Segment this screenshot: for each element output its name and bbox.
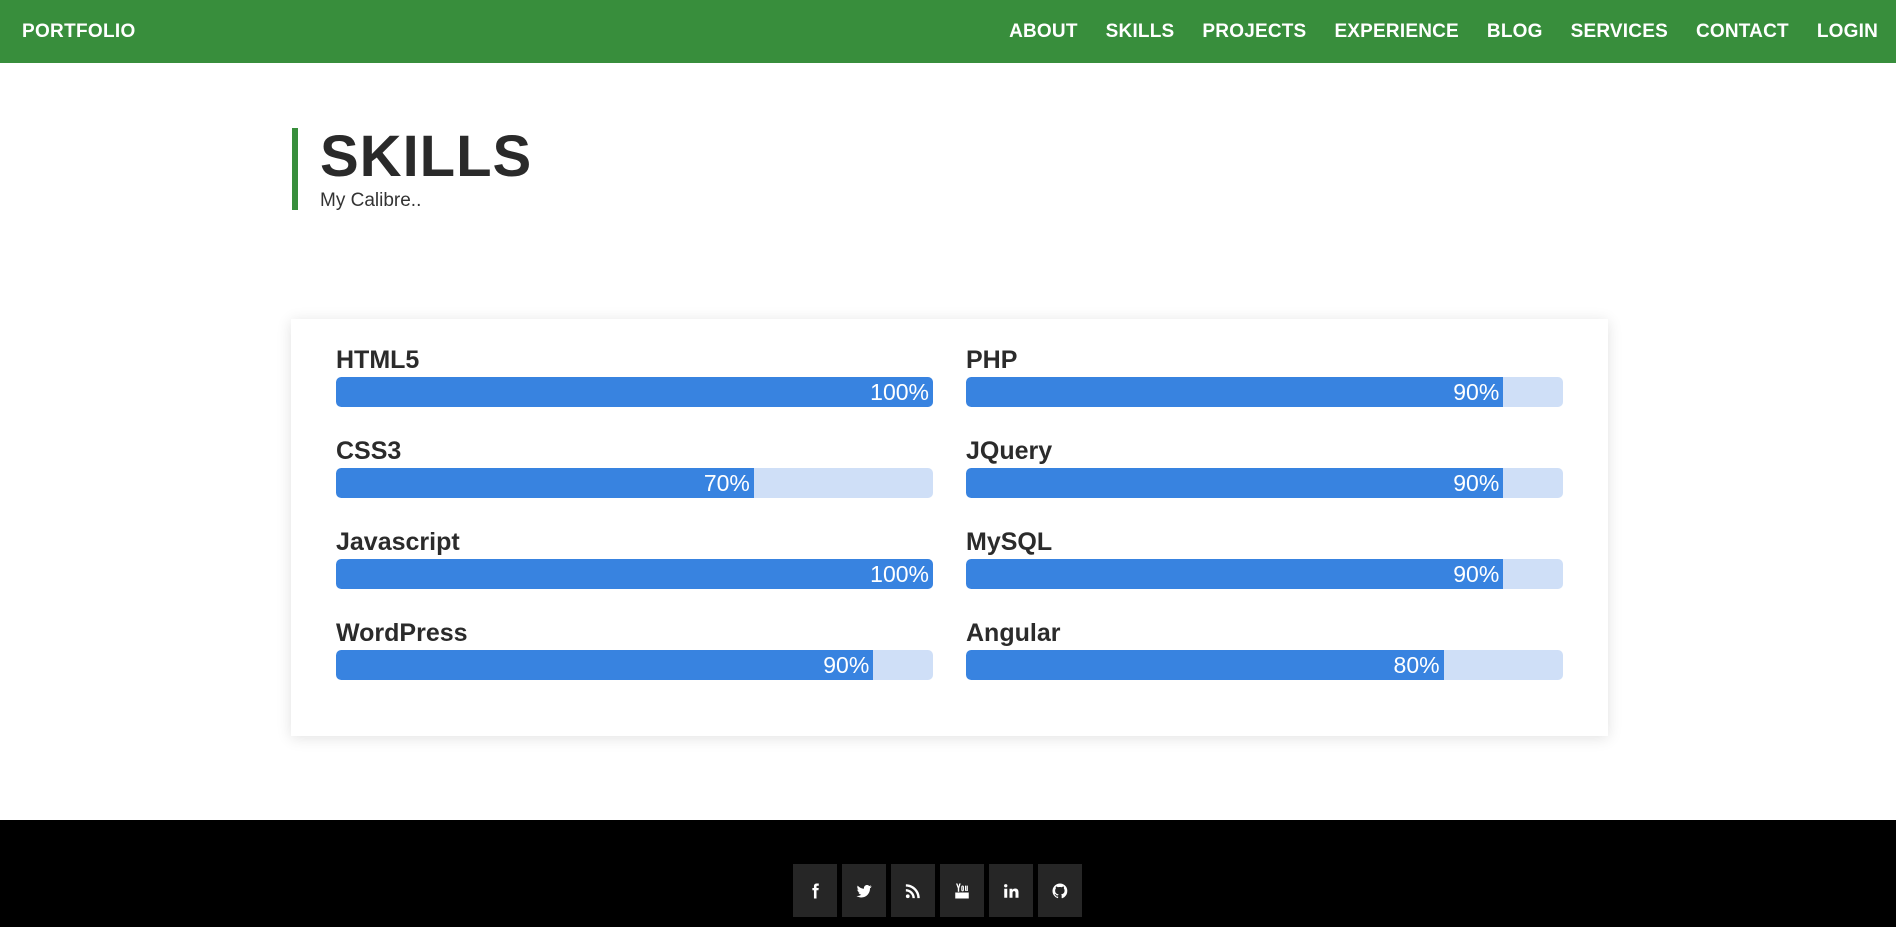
progress-fill: 80% <box>966 650 1444 680</box>
skill-name: CSS3 <box>336 437 402 465</box>
progress-track: 70% <box>336 468 933 498</box>
progress-percent: 90% <box>1453 470 1500 496</box>
progress-track: 90% <box>966 559 1563 589</box>
progress-fill: 90% <box>336 650 874 680</box>
nav-skills[interactable]: SKILLS <box>1106 21 1175 43</box>
section-title: SKILLS <box>320 124 533 189</box>
skill-name: WordPress <box>336 619 468 647</box>
skill-item: MySQL 90% <box>966 525 1563 616</box>
skill-name: MySQL <box>966 528 1053 556</box>
nav-links: ABOUT SKILLS PROJECTS EXPERIENCE BLOG SE… <box>981 21 1878 43</box>
progress-track: 90% <box>966 377 1563 407</box>
top-navbar: PORTFOLIO ABOUT SKILLS PROJECTS EXPERIEN… <box>0 0 1896 63</box>
progress-fill: 100% <box>336 377 933 407</box>
progress-percent: 90% <box>1453 561 1500 587</box>
skill-name: JQuery <box>966 437 1053 465</box>
progress-percent: 100% <box>870 379 929 405</box>
skill-item: Javascript 100% <box>336 525 933 616</box>
nav-services[interactable]: SERVICES <box>1571 21 1668 43</box>
skill-name: HTML5 <box>336 346 420 374</box>
nav-projects[interactable]: PROJECTS <box>1202 21 1306 43</box>
skill-item: PHP 90% <box>966 343 1563 434</box>
github-icon[interactable] <box>1038 864 1082 917</box>
progress-fill: 100% <box>336 559 933 589</box>
youtube-icon[interactable] <box>940 864 984 917</box>
skill-name: Javascript <box>336 528 460 556</box>
progress-fill: 90% <box>966 377 1504 407</box>
progress-percent: 90% <box>1453 379 1500 405</box>
social-links <box>793 864 1082 917</box>
skill-name: Angular <box>966 619 1061 647</box>
rss-icon[interactable] <box>891 864 935 917</box>
progress-track: 80% <box>966 650 1563 680</box>
nav-experience[interactable]: EXPERIENCE <box>1334 21 1458 43</box>
progress-track: 100% <box>336 559 933 589</box>
nav-about[interactable]: ABOUT <box>1009 21 1078 43</box>
progress-percent: 90% <box>823 652 870 678</box>
progress-fill: 90% <box>966 559 1504 589</box>
progress-fill: 70% <box>336 468 754 498</box>
progress-percent: 100% <box>870 561 929 587</box>
nav-login[interactable]: LOGIN <box>1817 21 1878 43</box>
skills-grid: HTML5 100% PHP 90% CSS3 70% JQuery 90% Javascrip… <box>336 343 1563 707</box>
progress-track: 90% <box>966 468 1563 498</box>
section-header: SKILLS My Calibre.. <box>292 124 533 211</box>
progress-percent: 80% <box>1393 652 1440 678</box>
skill-item: WordPress 90% <box>336 616 933 707</box>
section-subtitle: My Calibre.. <box>320 190 422 211</box>
progress-track: 90% <box>336 650 933 680</box>
skill-item: HTML5 100% <box>336 343 933 434</box>
nav-blog[interactable]: BLOG <box>1487 21 1543 43</box>
footer <box>0 820 1896 927</box>
brand-link[interactable]: PORTFOLIO <box>22 21 136 43</box>
skills-card: HTML5 100% PHP 90% CSS3 70% JQuery 90% Javascrip… <box>291 319 1608 736</box>
twitter-icon[interactable] <box>842 864 886 917</box>
skill-item: JQuery 90% <box>966 434 1563 525</box>
progress-percent: 70% <box>703 470 750 496</box>
progress-track: 100% <box>336 377 933 407</box>
linkedin-icon[interactable] <box>989 864 1033 917</box>
nav-contact[interactable]: CONTACT <box>1696 21 1789 43</box>
progress-fill: 90% <box>966 468 1504 498</box>
skill-name: PHP <box>966 346 1018 374</box>
skill-item: CSS3 70% <box>336 434 933 525</box>
facebook-icon[interactable] <box>793 864 837 917</box>
skill-item: Angular 80% <box>966 616 1563 707</box>
